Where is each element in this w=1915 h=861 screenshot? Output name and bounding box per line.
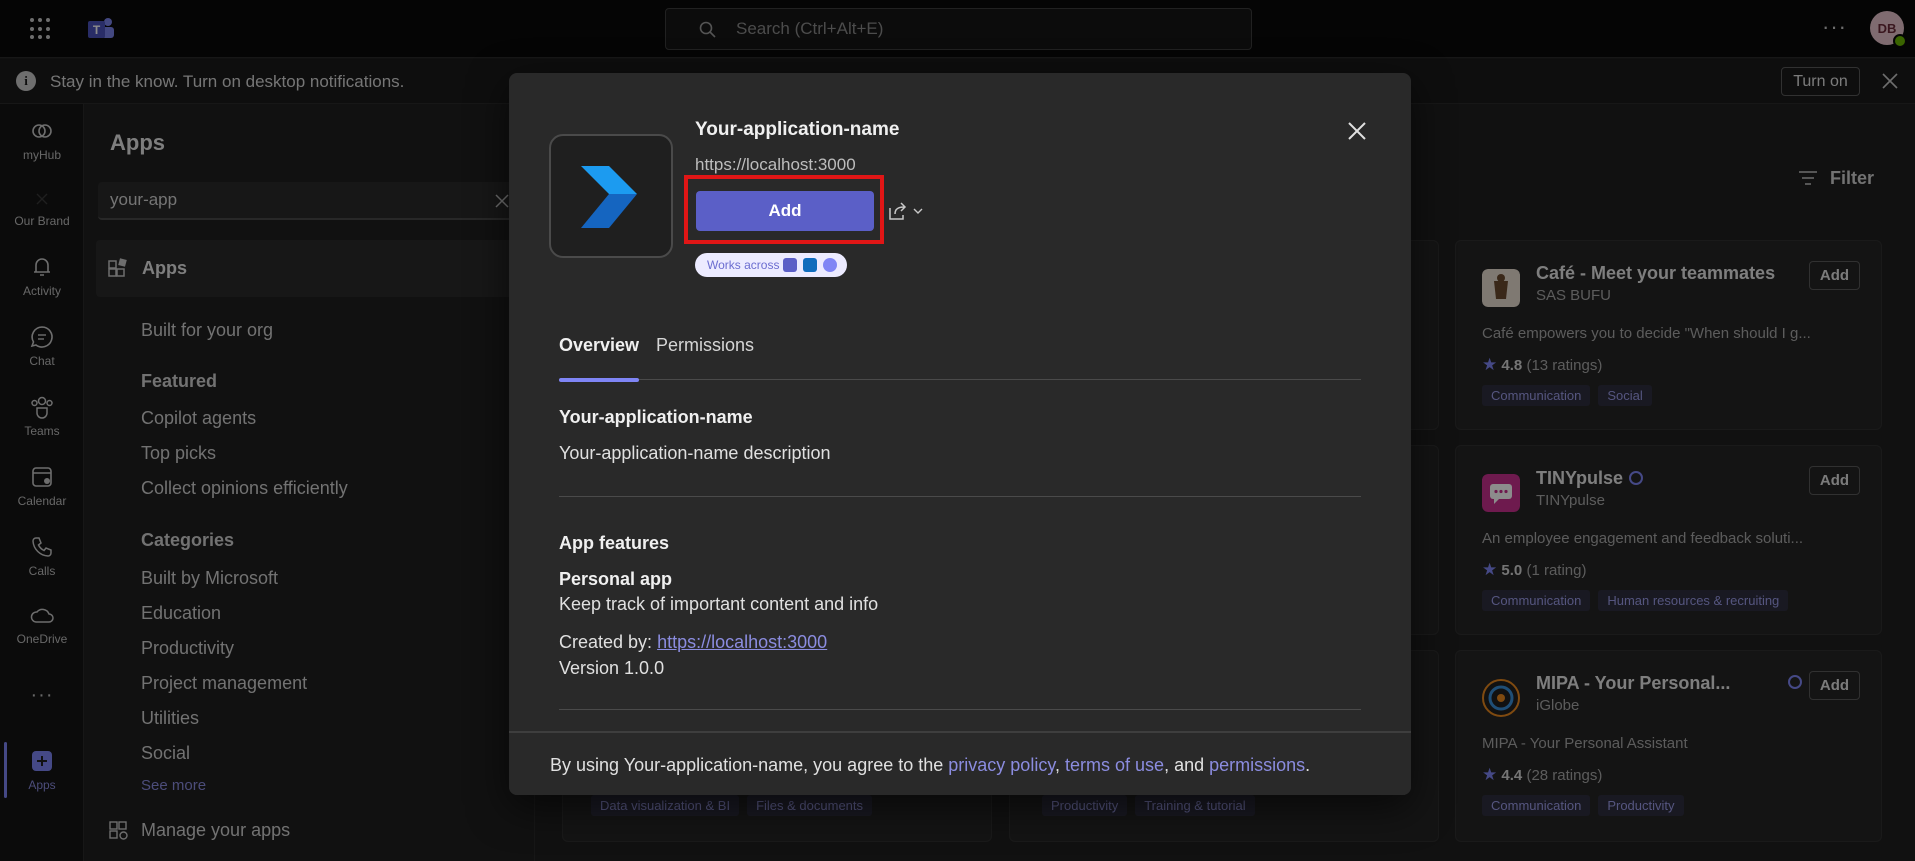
created-by-label: Created by: <box>559 632 653 652</box>
outlook-mini-icon <box>803 258 817 272</box>
works-across-badge: Works across <box>695 253 847 277</box>
dialog-footer: By using Your-application-name, you agre… <box>509 731 1411 795</box>
chevron-down-icon[interactable] <box>912 206 924 216</box>
divider <box>559 496 1361 497</box>
divider <box>559 709 1361 710</box>
features-heading: App features <box>559 533 670 553</box>
app-icon <box>549 134 673 258</box>
app-url: https://localhost:3000 <box>695 155 856 174</box>
tab-overview[interactable]: Overview <box>559 335 640 382</box>
m365-mini-icon <box>823 258 837 272</box>
close-dialog-icon[interactable] <box>1344 118 1370 144</box>
app-logo-icon <box>581 166 637 228</box>
app-name: Your-application-name <box>695 119 900 140</box>
terms-text: By using Your-application-name, you agre… <box>550 755 1311 775</box>
dialog-tabs: Overview Permissions <box>559 335 1361 382</box>
created-by: Created by: https://localhost:3000 <box>559 632 827 653</box>
tab-permissions[interactable]: Permissions <box>656 335 754 380</box>
share-icon[interactable] <box>887 200 909 222</box>
overview-description: Your-application-name description <box>559 443 831 463</box>
created-by-link[interactable]: https://localhost:3000 <box>657 632 827 652</box>
works-across-label: Works across <box>707 258 780 272</box>
privacy-policy-link[interactable]: privacy policy <box>948 755 1055 775</box>
version-text: Version 1.0.0 <box>559 658 665 678</box>
terms-of-use-link[interactable]: terms of use <box>1065 755 1164 775</box>
feature-text: Keep track of important content and info <box>559 594 879 614</box>
teams-mini-icon <box>783 258 797 272</box>
feature-title: Personal app <box>559 569 673 589</box>
permissions-link[interactable]: permissions <box>1209 755 1305 775</box>
add-app-button[interactable]: Add <box>696 191 874 231</box>
app-install-dialog: Your-application-name https://localhost:… <box>509 73 1411 795</box>
overview-title: Your-application-name <box>559 407 753 427</box>
